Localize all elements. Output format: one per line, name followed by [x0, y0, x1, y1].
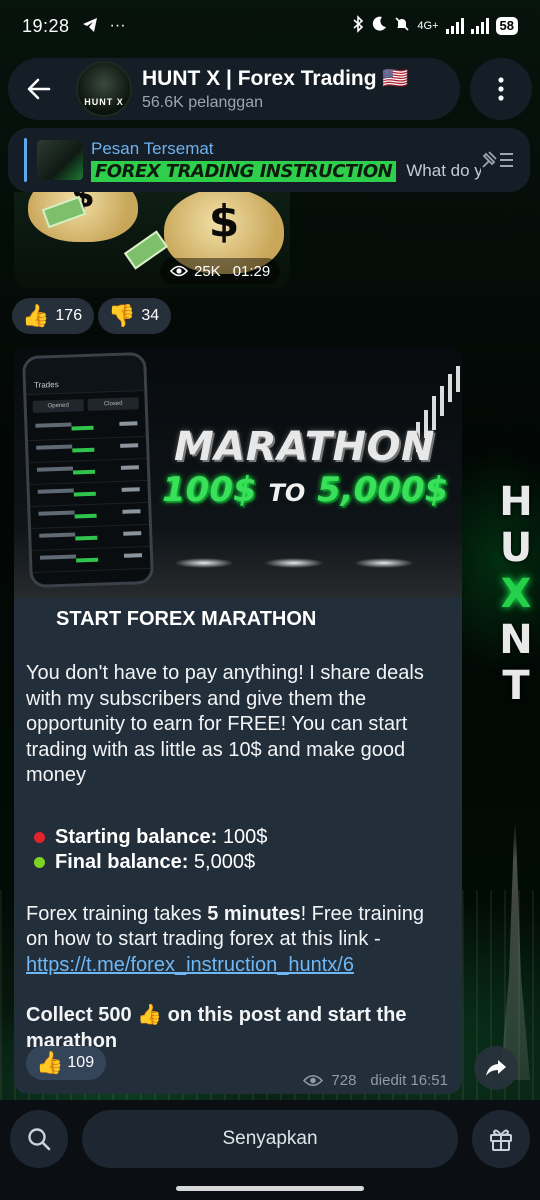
eye-icon: [303, 1074, 324, 1087]
view-count: 728: [331, 1072, 357, 1089]
phone-tab: Opened: [32, 399, 84, 413]
banner-spotlight: [264, 558, 324, 568]
starting-balance-label: Starting balance:: [55, 825, 218, 848]
final-balance-value: 5,000$: [188, 851, 256, 873]
status-time: 19:28: [22, 15, 70, 36]
pinned-message-bar[interactable]: Pesan Tersemat FOREX TRADING INSTRUCTION…: [8, 128, 530, 192]
search-icon: [28, 1128, 51, 1151]
signal-icon-2: [470, 18, 489, 34]
bottom-bar: Senyapkan: [0, 1100, 540, 1200]
more-notifications-icon: ···: [109, 17, 126, 34]
banner-amount-to: 5,000$: [317, 470, 449, 510]
pinned-list-icon[interactable]: [480, 148, 514, 175]
banner-title: MARATHON: [174, 424, 435, 470]
kebab-menu-icon: [498, 77, 504, 101]
thumbs-up-icon: 👍: [36, 1050, 64, 1075]
eye-icon: [170, 265, 188, 277]
banner-amount-from: 100$: [162, 470, 257, 510]
subscriber-count: 56.6K pelanggan: [142, 93, 263, 111]
thumbs-up-icon: 👍: [22, 303, 50, 328]
more-menu-button[interactable]: [470, 58, 532, 120]
message-bubble[interactable]: Trades Opened Closed MARATHON 100$ TO 5,…: [14, 346, 462, 1094]
phone-mockup: Trades Opened Closed: [21, 351, 155, 589]
previous-post-views: 25K: [194, 262, 221, 280]
pinned-label: Pesan Tersemat: [91, 138, 214, 158]
banner-to-word: TO: [268, 479, 306, 507]
search-button[interactable]: [10, 1110, 68, 1168]
gift-icon: [490, 1129, 512, 1151]
starting-balance-value: 100$: [217, 825, 268, 848]
post-paragraph: You don't have to pay anything! I share …: [26, 662, 424, 786]
training-link[interactable]: https://t.me/forex_instruction_huntx/6: [26, 954, 354, 976]
red-dot-icon: [34, 831, 45, 843]
training-paragraph: Forex training takes 5 minutes! Free tra…: [26, 902, 450, 979]
message-meta: 728 diedit 16:51: [303, 1072, 448, 1089]
silent-bell-icon: [394, 16, 410, 36]
pinned-thumbnail: [37, 140, 83, 180]
status-bar: 19:28 ··· 4G+ 58: [0, 0, 540, 52]
mute-button[interactable]: Senyapkan: [82, 1110, 458, 1168]
pinned-preview-text: What do y...: [406, 161, 481, 180]
wallpaper-letter: T: [502, 663, 530, 709]
previous-post-info: 25K 01:29: [160, 258, 281, 284]
wallpaper-letter: X: [500, 571, 532, 617]
back-arrow-icon: [27, 78, 51, 100]
avatar-label: HUNT X: [84, 97, 124, 107]
phone-trade-row: [31, 546, 151, 573]
moon-icon: [371, 16, 387, 36]
share-arrow-icon: [486, 1060, 506, 1076]
header-text[interactable]: HUNT X | Forex Trading 🇺🇸 56.6K pelangga…: [142, 67, 409, 112]
banner-spotlight: [174, 558, 234, 568]
post-heading: START FOREX MARATHON: [56, 608, 317, 630]
phone-tab: Closed: [87, 397, 139, 411]
reaction-thumbs-up[interactable]: 👍 176: [12, 298, 95, 334]
pinned-preview: FOREX TRADING INSTRUCTION What do y...: [91, 160, 481, 182]
signal-icon: [445, 18, 464, 34]
network-label: 4G+: [417, 20, 439, 32]
share-button[interactable]: [474, 1046, 518, 1090]
wallpaper-hunt-letters: H U X N T: [496, 482, 536, 706]
reaction-thumbs-down[interactable]: 👎 34: [98, 298, 172, 334]
pinned-text: Pesan Tersemat FOREX TRADING INSTRUCTION…: [91, 139, 481, 182]
training-duration: 5 minutes: [207, 902, 301, 925]
post-reaction-thumbs-up[interactable]: 👍 109: [26, 1046, 107, 1080]
channel-title: HUNT X | Forex Trading 🇺🇸: [142, 66, 409, 90]
pinned-preview-highlight: FOREX TRADING INSTRUCTION: [91, 160, 397, 182]
final-balance-label: Final balance:: [55, 851, 189, 873]
wallpaper-letter: H: [499, 479, 533, 525]
training-prefix: Forex training takes: [26, 902, 208, 925]
thumbs-down-icon: 👎: [108, 303, 136, 328]
home-indicator[interactable]: [176, 1186, 364, 1191]
reaction-count: 176: [55, 307, 83, 324]
pinned-accent-line: [24, 138, 27, 182]
green-dot-icon: [34, 857, 45, 869]
wallpaper-letter: N: [499, 617, 533, 663]
message-text: START FOREX MARATHON You don't have to p…: [26, 608, 450, 1054]
gift-button[interactable]: [472, 1110, 530, 1168]
phone-header: Trades: [25, 355, 145, 396]
reaction-count: 34: [141, 307, 160, 324]
battery-indicator: 58: [495, 17, 518, 35]
back-button[interactable]: [8, 58, 70, 120]
starting-balance-line: Starting balance: 100$: [34, 825, 450, 851]
banner-subtitle: 100$ TO 5,000$: [162, 470, 462, 510]
banner-spotlight: [354, 558, 414, 568]
channel-avatar[interactable]: HUNT X: [76, 61, 132, 117]
wallpaper-letter: U: [499, 525, 533, 571]
previous-post-time: 01:29: [232, 262, 271, 280]
edited-time: diedit 16:51: [370, 1072, 448, 1089]
reaction-count: 109: [67, 1054, 95, 1071]
bluetooth-icon: [352, 15, 364, 37]
final-balance-line: Final balance: 5,000$: [34, 850, 450, 876]
telegram-icon: [82, 16, 98, 37]
marathon-banner-image[interactable]: Trades Opened Closed MARATHON 100$ TO 5,…: [14, 346, 462, 598]
chat-header[interactable]: HUNT X HUNT X | Forex Trading 🇺🇸 56.6K p…: [8, 58, 460, 120]
